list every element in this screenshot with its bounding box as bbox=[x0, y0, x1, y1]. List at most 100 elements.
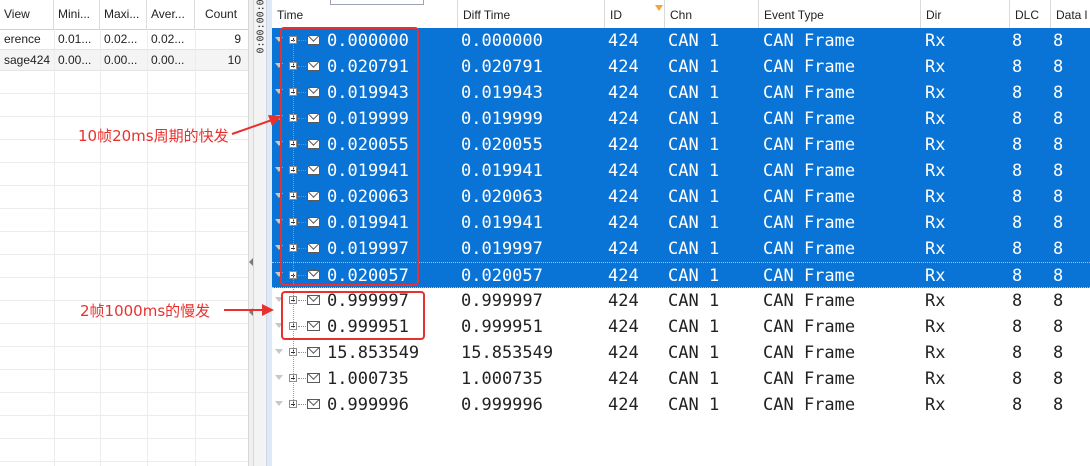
trace-row[interactable]: 0.020063 0.020063 424 CAN 1 CAN Frame Rx 8 8 bbox=[272, 184, 1090, 210]
cell-diff-time: 15.853549 bbox=[461, 343, 554, 363]
trace-row[interactable]: 0.019997 0.019997 424 CAN 1 CAN Frame Rx 8 8 bbox=[272, 236, 1090, 262]
cell-dir: Rx bbox=[925, 57, 946, 77]
cell-dir: Rx bbox=[925, 83, 946, 103]
trace-row[interactable]: 0.019941 0.019941 424 CAN 1 CAN Frame Rx 8 8 bbox=[272, 210, 1090, 236]
cell-chn: CAN 1 bbox=[668, 109, 720, 129]
slow-frames-note: 2帧1000ms的慢发 bbox=[80, 302, 211, 320]
envelope-icon bbox=[307, 243, 320, 253]
trace-row[interactable]: 15.853549 15.853549 424 CAN 1 CAN Frame Rx 8 8 bbox=[272, 340, 1090, 366]
cell-dlc: 8 bbox=[1012, 369, 1023, 389]
cell-event-type: CAN Frame bbox=[763, 109, 856, 129]
empty-grid-row bbox=[0, 416, 248, 439]
stats-row[interactable]: sage424 0.00... 0.00... 0.00... 10 bbox=[0, 50, 248, 71]
col-dlc[interactable]: DLC bbox=[1010, 0, 1051, 29]
trace-row[interactable]: 0.020055 0.020055 424 CAN 1 CAN Frame Rx 8 8 bbox=[272, 132, 1090, 158]
envelope-icon bbox=[307, 165, 320, 175]
cell-chn: CAN 1 bbox=[668, 291, 720, 311]
stats-row-name: sage424 bbox=[4, 53, 51, 67]
trace-row[interactable]: 0.999997 0.999997 424 CAN 1 CAN Frame Rx 8 8 bbox=[272, 288, 1090, 314]
col-view[interactable]: View bbox=[0, 0, 54, 29]
cell-event-type: CAN Frame bbox=[763, 135, 856, 155]
sort-descending-icon[interactable] bbox=[655, 5, 663, 11]
col-dir[interactable]: Dir bbox=[921, 0, 1010, 29]
trace-row[interactable]: 0.020791 0.020791 424 CAN 1 CAN Frame Rx 8 8 bbox=[272, 54, 1090, 80]
row-marker-icon bbox=[275, 401, 283, 406]
cell-diff-time: 0.020063 bbox=[461, 187, 543, 207]
trace-row[interactable]: 0.999951 0.999951 424 CAN 1 CAN Frame Rx 8 8 bbox=[272, 314, 1090, 340]
cell-dlc: 8 bbox=[1012, 109, 1023, 129]
trace-row[interactable]: 0.999996 0.999996 424 CAN 1 CAN Frame Rx 8 8 bbox=[272, 392, 1090, 418]
col-chn[interactable]: Chn bbox=[665, 0, 759, 29]
ruler-label: 0:00:00:00 bbox=[255, 0, 267, 54]
cell-diff-time: 0.999997 bbox=[461, 291, 543, 311]
tree-connector bbox=[298, 66, 306, 67]
cell-event-type: CAN Frame bbox=[763, 161, 856, 181]
cell-data-length: 8 bbox=[1053, 317, 1064, 337]
tree-connector bbox=[298, 92, 306, 93]
cell-dir: Rx bbox=[925, 161, 946, 181]
cell-event-type: CAN Frame bbox=[763, 239, 856, 259]
empty-grid-row bbox=[0, 71, 248, 94]
empty-grid-row bbox=[0, 462, 248, 466]
cell-diff-time: 0.999951 bbox=[461, 317, 543, 337]
cell-event-type: CAN Frame bbox=[763, 266, 856, 286]
cell-dir: Rx bbox=[925, 317, 946, 337]
tree-connector bbox=[298, 404, 306, 405]
trace-row[interactable]: 0.020057 0.020057 424 CAN 1 CAN Frame Rx 8 8 bbox=[272, 262, 1090, 288]
col-data-length[interactable]: Data l bbox=[1051, 0, 1090, 29]
row-marker-icon bbox=[275, 37, 283, 42]
cell-dir: Rx bbox=[925, 135, 946, 155]
cell-event-type: CAN Frame bbox=[763, 213, 856, 233]
cell-id: 424 bbox=[608, 369, 639, 389]
cell-time: 0.999997 bbox=[327, 291, 409, 311]
collapse-left-icon[interactable] bbox=[249, 258, 253, 266]
stats-row-max: 0.02... bbox=[104, 32, 138, 46]
cell-id: 424 bbox=[608, 187, 639, 207]
col-count[interactable]: Count bbox=[195, 0, 248, 29]
grid-column-line bbox=[147, 29, 148, 466]
stats-row-count: 9 bbox=[234, 32, 241, 46]
cell-id: 424 bbox=[608, 395, 639, 415]
empty-grid-row bbox=[0, 278, 248, 301]
envelope-icon bbox=[307, 321, 320, 331]
trace-row[interactable]: 0.019999 0.019999 424 CAN 1 CAN Frame Rx 8 8 bbox=[272, 106, 1090, 132]
trace-row[interactable]: 1.000735 1.000735 424 CAN 1 CAN Frame Rx 8 8 bbox=[272, 366, 1090, 392]
cell-time: 0.020055 bbox=[327, 135, 409, 155]
trace-row[interactable]: 0.019943 0.019943 424 CAN 1 CAN Frame Rx 8 8 bbox=[272, 80, 1090, 106]
cell-id: 424 bbox=[608, 213, 639, 233]
filter-input[interactable] bbox=[330, 0, 424, 5]
col-diff-time[interactable]: Diff Time bbox=[458, 0, 605, 29]
envelope-icon bbox=[307, 270, 320, 280]
cell-diff-time: 0.000000 bbox=[461, 31, 543, 51]
grid-column-line bbox=[195, 29, 196, 466]
tree-connector bbox=[298, 352, 306, 353]
cell-dir: Rx bbox=[925, 213, 946, 233]
cell-chn: CAN 1 bbox=[668, 57, 720, 77]
cell-data-length: 8 bbox=[1053, 369, 1064, 389]
stats-row-avg: 0.00... bbox=[151, 53, 185, 67]
cell-chn: CAN 1 bbox=[668, 161, 720, 181]
tree-connector bbox=[298, 248, 306, 249]
tree-connector bbox=[298, 326, 306, 327]
cell-time: 0.000000 bbox=[327, 31, 409, 51]
grid-column-line bbox=[54, 29, 55, 466]
trace-header: Time Diff Time ID Chn Event Type Dir DLC… bbox=[272, 0, 1090, 30]
cell-id: 424 bbox=[608, 291, 639, 311]
cell-data-length: 8 bbox=[1053, 213, 1064, 233]
col-event-type[interactable]: Event Type bbox=[759, 0, 921, 29]
cell-chn: CAN 1 bbox=[668, 31, 720, 51]
col-maximum[interactable]: Maxi... bbox=[100, 0, 147, 29]
tree-connector bbox=[298, 222, 306, 223]
col-minimum[interactable]: Mini... bbox=[54, 0, 100, 29]
cell-data-length: 8 bbox=[1053, 57, 1064, 77]
trace-row[interactable]: 0.019941 0.019941 424 CAN 1 CAN Frame Rx 8 8 bbox=[272, 158, 1090, 184]
tree-connector bbox=[298, 144, 306, 145]
stats-row[interactable]: erence 0.01... 0.02... 0.02... 9 bbox=[0, 29, 248, 50]
envelope-icon bbox=[307, 191, 320, 201]
cell-id: 424 bbox=[608, 266, 639, 286]
cell-id: 424 bbox=[608, 31, 639, 51]
trace-row[interactable]: 0.000000 0.000000 424 CAN 1 CAN Frame Rx 8 8 bbox=[272, 28, 1090, 54]
cell-time: 0.019943 bbox=[327, 83, 409, 103]
row-marker-icon bbox=[275, 323, 283, 328]
col-average[interactable]: Aver... bbox=[147, 0, 195, 29]
